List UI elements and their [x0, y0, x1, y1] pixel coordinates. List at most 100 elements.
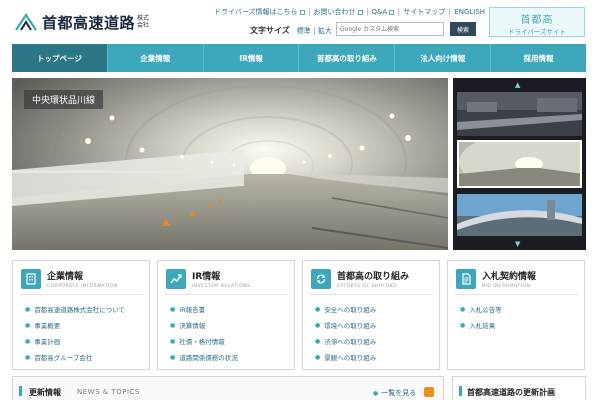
card-title: 企業情報: [47, 272, 84, 282]
card-link-label: 入札結果: [469, 322, 496, 330]
thumbnail-3[interactable]: [457, 194, 582, 236]
circle-arrow-icon: ●: [315, 337, 321, 345]
card-header[interactable]: IR情報 INVESTOR RELATIONS: [164, 261, 288, 295]
update-plan-title: 首都高速道路の更新計画: [467, 388, 555, 397]
card-link[interactable]: ● 決算情報: [170, 317, 294, 333]
card-link-label: 首都高速道路株式会社について: [34, 306, 126, 314]
news-title: 更新情報: [29, 388, 61, 397]
thumb-up-arrow-icon[interactable]: ▲: [515, 81, 520, 89]
card-subtitle: BID INFORMATION: [482, 284, 531, 289]
update-plan-section[interactable]: 首都高速道路の更新計画: [452, 376, 586, 400]
thumbnail-image: [459, 142, 580, 186]
card-link[interactable]: ● 首都高速道路株式会社について: [25, 301, 149, 317]
card-link[interactable]: ● 環境への取り組み: [315, 317, 439, 333]
card-link[interactable]: ● 事業概要: [25, 317, 149, 333]
circle-arrow-icon: ●: [25, 305, 31, 313]
card-title: IR情報: [192, 272, 221, 282]
font-size-standard-button[interactable]: 標準: [294, 26, 314, 36]
external-link-icon: [357, 9, 363, 15]
card-link-label: 道路関係債務の状況: [179, 354, 238, 362]
card-link-label: 安全への取り組み: [324, 306, 377, 314]
util-link-qa[interactable]: Q&A: [368, 8, 399, 16]
card-link[interactable]: ● 事業計画: [25, 333, 149, 349]
util-link-drivers-info[interactable]: ドライバーズ情報はこちら: [210, 7, 309, 17]
cycle-icon: [311, 269, 331, 289]
hero-caption: 中央環状品川線: [24, 90, 104, 109]
card-subtitle: INVESTOR RELATIONS: [192, 284, 251, 289]
circle-arrow-icon: ●: [315, 305, 321, 313]
card-link-label: 事業概要: [34, 322, 61, 330]
nav-item-top[interactable]: トップページ: [12, 44, 107, 72]
card-link-label: 景観への取り組み: [324, 354, 377, 362]
thumbnail-image: [457, 92, 582, 136]
circle-arrow-icon: ●: [25, 321, 31, 329]
card-link[interactable]: ● 道路関係債務の状況: [170, 349, 294, 365]
drivers-site-title: 首都高: [520, 15, 554, 26]
circle-arrow-icon: ●: [373, 390, 379, 397]
card-link-label: 渋滞への取り組み: [324, 338, 377, 346]
external-link-icon: [299, 9, 305, 15]
util-link-label: Q&A: [371, 8, 388, 16]
drivers-site-button[interactable]: 首都高 ドライバーズサイト: [489, 7, 585, 37]
font-size-switcher: 文字サイズ 標準 拡大: [250, 25, 335, 36]
search-button[interactable]: 検索: [450, 22, 476, 36]
thumb-down-arrow-icon[interactable]: ▼: [515, 240, 520, 248]
nav-item-corporate[interactable]: 企業情報: [106, 44, 203, 72]
nav-item-recruit[interactable]: 採用情報: [490, 44, 586, 72]
util-link-english[interactable]: ENGLISH: [450, 8, 489, 16]
util-link-sitemap[interactable]: サイトマップ: [399, 7, 449, 17]
card-link[interactable]: ● 入札結果: [460, 317, 584, 333]
search-input[interactable]: [336, 22, 444, 36]
circle-arrow-icon: ●: [315, 321, 321, 329]
hero-slideshow[interactable]: 中央環状品川線: [12, 78, 448, 250]
thumbnail-2-active[interactable]: [457, 140, 582, 188]
main-nav: トップページ 企業情報 IR情報 首都高の取り組み 法人向け情報 採用情報: [12, 44, 586, 72]
card-link[interactable]: ● 入札公告等: [460, 301, 584, 317]
utility-links: ドライバーズ情報はこちら お問い合わせ Q&A サイトマップ ENGLISH: [210, 7, 489, 17]
card-subtitle: CORPORATE INFORMATION: [47, 284, 118, 289]
font-size-large-button[interactable]: 拡大: [315, 26, 335, 36]
card-title: 首都高の取り組み: [337, 272, 410, 282]
util-link-contact[interactable]: お問い合わせ: [310, 7, 367, 17]
card-link[interactable]: ● 安全への取り組み: [315, 301, 439, 317]
card-link-label: 環境への取り組み: [324, 322, 377, 330]
thumbnail-1[interactable]: [457, 92, 582, 136]
card-bid: 入札契約情報 BID INFORMATION ● 入札公告等 ● 入札結果: [447, 260, 585, 370]
card-title: 入札契約情報: [482, 272, 537, 282]
card-link-label: 事業計画: [34, 338, 61, 346]
card-link-label: 入札公告等: [469, 306, 502, 314]
card-link[interactable]: ● 首都高グループ会社: [25, 349, 149, 365]
nav-item-ir[interactable]: IR情報: [202, 44, 299, 72]
news-more-link[interactable]: ● 一覧を見る: [373, 388, 416, 398]
card-link-label: 社債・格付情報: [179, 338, 225, 346]
card-link[interactable]: ● 渋滞への取り組み: [315, 333, 439, 349]
card-corporate: 企業情報 CORPORATE INFORMATION ● 首都高速道路株式会社につ…: [12, 260, 150, 370]
rss-icon[interactable]: [424, 387, 434, 397]
circle-arrow-icon: ●: [170, 321, 176, 329]
circle-arrow-icon: ●: [25, 337, 31, 345]
circle-arrow-icon: ●: [25, 353, 31, 361]
card-link-label: 決算情報: [179, 322, 206, 330]
logo-kabushiki: 株式会社: [137, 15, 150, 29]
card-link[interactable]: ● 景観への取り組み: [315, 349, 439, 365]
card-header[interactable]: 企業情報 CORPORATE INFORMATION: [19, 261, 143, 295]
news-topics-section: 更新情報 NEWS & TOPICS ● 一覧を見る: [12, 376, 444, 400]
circle-arrow-icon: ●: [460, 321, 466, 329]
card-link[interactable]: ● 社債・格付情報: [170, 333, 294, 349]
card-header[interactable]: 首都高の取り組み EFFORTS OF SHUTOKO: [309, 261, 433, 295]
card-header[interactable]: 入札契約情報 BID INFORMATION: [454, 261, 578, 295]
card-link[interactable]: ● IR報告書: [170, 301, 294, 317]
news-subtitle: NEWS & TOPICS: [77, 388, 140, 396]
circle-arrow-icon: ●: [170, 337, 176, 345]
nav-item-efforts[interactable]: 首都高の取り組み: [298, 44, 394, 72]
circle-arrow-icon: ●: [315, 353, 321, 361]
nav-item-business[interactable]: 法人向け情報: [394, 44, 490, 72]
logo-name: 首都高速道路: [42, 13, 136, 32]
site-logo[interactable]: 首都高速道路 株式会社: [14, 8, 151, 36]
logo-mark-icon: [15, 13, 37, 31]
section-marker: [19, 386, 22, 396]
slideshow-thumbnails: ▲ ▼: [453, 78, 586, 250]
section-marker: [459, 386, 462, 396]
thumbnail-image: [457, 194, 582, 236]
news-more-label: 一覧を見る: [381, 389, 417, 397]
